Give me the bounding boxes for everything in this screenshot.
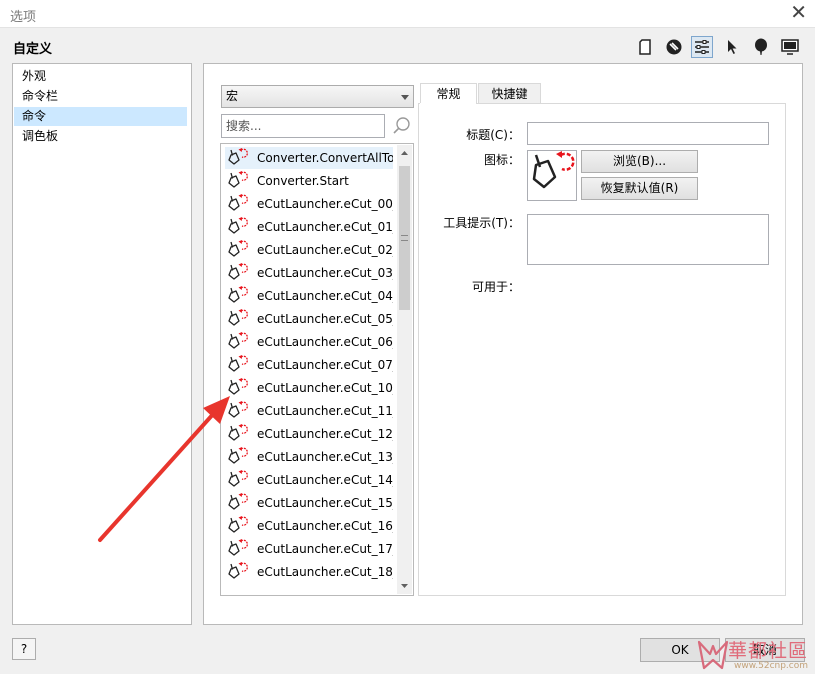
scrollbar-thumb[interactable] <box>399 166 410 310</box>
monitor-icon[interactable] <box>779 36 801 58</box>
grip-icon <box>401 235 408 241</box>
command-list-item[interactable]: eCutLauncher.eCut_15_... <box>225 492 393 514</box>
macro-icon <box>225 308 251 330</box>
tab-shortcut-keys[interactable]: 快捷键 <box>478 83 541 104</box>
command-list-item-label: eCutLauncher.eCut_15_... <box>257 496 393 510</box>
category-select[interactable]: 宏 <box>221 85 414 108</box>
icon-label: 图标： <box>483 153 520 167</box>
macro-icon <box>225 193 251 215</box>
scroll-up-icon[interactable] <box>397 145 412 161</box>
watermark-url: www.52cnp.com <box>734 661 809 671</box>
command-list-item[interactable]: eCutLauncher.eCut_02_... <box>225 239 393 261</box>
command-list-item[interactable]: eCutLauncher.eCut_14_... <box>225 469 393 491</box>
vertical-scrollbar[interactable] <box>397 145 412 594</box>
search-icon[interactable] <box>392 116 412 136</box>
command-list-item-label: eCutLauncher.eCut_16_... <box>257 519 393 533</box>
macro-icon-preview <box>527 150 577 201</box>
settings-sliders-icon[interactable] <box>691 36 713 58</box>
command-list-item-label: eCutLauncher.eCut_11_... <box>257 404 393 418</box>
macro-icon <box>225 561 251 583</box>
macro-icon <box>225 262 251 284</box>
command-list-item[interactable]: Converter.ConvertAllTo... <box>225 147 393 169</box>
macro-icon <box>225 170 251 192</box>
nav-item-commands[interactable]: 命令 <box>14 107 187 126</box>
browse-button[interactable]: 浏览(B)... <box>581 150 698 173</box>
fill-icon[interactable] <box>663 36 685 58</box>
command-list-item[interactable]: eCutLauncher.eCut_16_... <box>225 515 393 537</box>
command-list-item[interactable]: eCutLauncher.eCut_06_... <box>225 331 393 353</box>
command-list-item-label: eCutLauncher.eCut_07_... <box>257 358 393 372</box>
macro-icon <box>225 331 251 353</box>
title-bar <box>0 0 815 28</box>
tooltip-label: 工具提示(T)： <box>443 216 520 230</box>
scroll-down-icon[interactable] <box>397 578 412 594</box>
command-list-item-label: eCutLauncher.eCut_13_... <box>257 450 393 464</box>
command-list-item-label: eCutLauncher.eCut_00_... <box>257 197 393 211</box>
command-list-item[interactable]: eCutLauncher.eCut_04_... <box>225 285 393 307</box>
command-list-item-label: eCutLauncher.eCut_10_... <box>257 381 393 395</box>
close-button[interactable]: ✕ <box>790 2 807 22</box>
command-list-item[interactable]: eCutLauncher.eCut_11_... <box>225 400 393 422</box>
chevron-down-icon <box>401 95 409 100</box>
command-list-item[interactable]: eCutLauncher.eCut_13_... <box>225 446 393 468</box>
section-heading: 自定义 <box>13 42 53 57</box>
macro-icon <box>225 216 251 238</box>
nav-item-appearance[interactable]: 外观 <box>14 67 187 86</box>
command-list-item-label: eCutLauncher.eCut_18_... <box>257 565 393 579</box>
tab-join <box>420 103 476 105</box>
command-list[interactable]: Converter.ConvertAllTo... Converter.Start… <box>220 143 414 596</box>
command-list-item-label: eCutLauncher.eCut_01_... <box>257 220 393 234</box>
command-list-item-label: eCutLauncher.eCut_14_... <box>257 473 393 487</box>
pointer-icon[interactable] <box>721 36 743 58</box>
nav-item-command-bars[interactable]: 命令栏 <box>14 87 187 106</box>
command-list-item-label: eCutLauncher.eCut_05_... <box>257 312 393 326</box>
balloon-icon[interactable] <box>750 36 772 58</box>
command-list-item[interactable]: eCutLauncher.eCut_18_... <box>225 561 393 583</box>
command-list-item-label: Converter.Start <box>257 174 349 188</box>
command-list-item[interactable]: Converter.Start <box>225 170 393 192</box>
command-list-item[interactable]: eCutLauncher.eCut_00_... <box>225 193 393 215</box>
command-list-item[interactable]: eCutLauncher.eCut_01_... <box>225 216 393 238</box>
available-for-label: 可用于： <box>471 280 520 294</box>
macro-icon <box>225 239 251 261</box>
command-list-item-label: Converter.ConvertAllTo... <box>257 151 393 165</box>
window-title: 选项 <box>10 10 37 25</box>
annotation-arrow-icon <box>98 396 230 542</box>
watermark-logo-icon <box>697 640 729 670</box>
command-list-item[interactable]: eCutLauncher.eCut_03_... <box>225 262 393 284</box>
tooltip-field[interactable] <box>527 214 769 265</box>
watermark-text: 華都社區 <box>728 640 809 662</box>
command-list-item[interactable]: eCutLauncher.eCut_17_... <box>225 538 393 560</box>
macro-icon <box>225 285 251 307</box>
help-button[interactable]: ? <box>12 638 36 660</box>
search-input[interactable] <box>221 114 385 138</box>
command-list-item[interactable]: eCutLauncher.eCut_10_... <box>225 377 393 399</box>
reset-default-button[interactable]: 恢复默认值(R) <box>581 177 698 200</box>
tab-general[interactable]: 常规 <box>420 83 477 105</box>
command-list-item[interactable]: eCutLauncher.eCut_12_... <box>225 423 393 445</box>
command-list-item-label: eCutLauncher.eCut_06_... <box>257 335 393 349</box>
watermark: 華都社區 www.52cnp.com <box>696 636 815 674</box>
command-list-item-label: eCutLauncher.eCut_02_... <box>257 243 393 257</box>
title-field[interactable] <box>527 122 769 145</box>
command-list-item[interactable]: eCutLauncher.eCut_07_... <box>225 354 393 376</box>
macro-icon <box>225 354 251 376</box>
command-list-item[interactable]: eCutLauncher.eCut_05_... <box>225 308 393 330</box>
command-list-item-label: eCutLauncher.eCut_12_... <box>257 427 393 441</box>
nav-item-palettes[interactable]: 调色板 <box>14 127 187 146</box>
macro-icon <box>225 147 251 169</box>
command-list-item-label: eCutLauncher.eCut_04_... <box>257 289 393 303</box>
title-label: 标题(C)： <box>466 128 520 142</box>
category-select-value: 宏 <box>226 89 239 103</box>
command-list-item-label: eCutLauncher.eCut_17_... <box>257 542 393 556</box>
page-icon[interactable] <box>634 36 656 58</box>
command-list-item-label: eCutLauncher.eCut_03_... <box>257 266 393 280</box>
